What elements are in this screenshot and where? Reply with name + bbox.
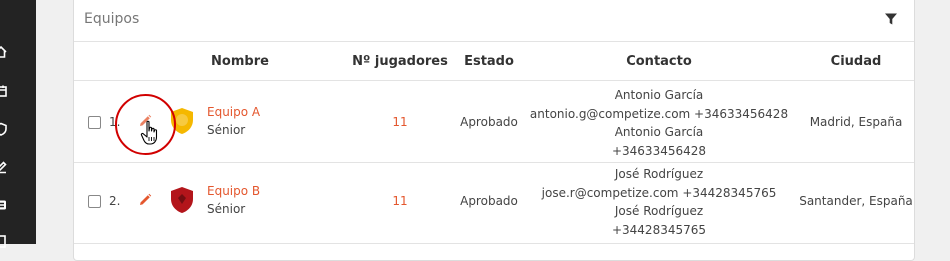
hand-cursor-icon [140, 120, 158, 145]
list-icon[interactable] [0, 198, 8, 212]
card-title: Equipos [84, 11, 140, 27]
card-header: Equipos [74, 0, 914, 42]
contact-info: José Rodríguez jose.r@competize.com +344… [542, 165, 777, 239]
status-text: Aprobado [460, 115, 518, 129]
contact-name: Antonio García [614, 88, 704, 102]
pencil-icon[interactable] [137, 192, 153, 208]
table-row[interactable]: 1. Equipo A Sénior 11 Aprobado Antonio G… [74, 81, 914, 163]
contact-phone: +34633456428 [611, 143, 707, 158]
team-category: Sénior [207, 123, 246, 137]
building-icon[interactable] [0, 234, 8, 248]
contact-name: José Rodríguez [614, 167, 704, 181]
column-header-name[interactable]: Nombre [211, 54, 269, 69]
home-icon[interactable] [0, 45, 8, 59]
table-row[interactable]: 2. Equipo B Sénior 11 Aprobado José Rodr… [74, 162, 914, 244]
contact-email-phone: antonio.g@competize.com +34633456428 [529, 106, 789, 121]
contact-info: Antonio García antonio.g@competize.com +… [530, 86, 788, 160]
city-text: Santander, España [799, 194, 913, 208]
edit-icon[interactable] [0, 160, 8, 174]
team-crest [171, 108, 193, 134]
row-checkbox[interactable] [88, 116, 101, 129]
team-category: Sénior [207, 202, 246, 216]
contact-name: Antonio García [614, 125, 704, 139]
row-checkbox[interactable] [88, 195, 101, 208]
calendar-icon[interactable] [0, 84, 8, 98]
sidebar [0, 0, 36, 248]
column-header-players[interactable]: Nº jugadores [352, 54, 448, 69]
players-count[interactable]: 11 [392, 194, 407, 208]
table-header: Nombre Nº jugadores Estado Contacto Ciud… [74, 42, 914, 81]
contact-phone: +34428345765 [611, 222, 707, 237]
city-text: Madrid, España [809, 115, 903, 129]
row-number: 2. [109, 194, 121, 208]
contact-email-phone: jose.r@competize.com +34428345765 [541, 185, 777, 200]
contact-name: José Rodríguez [614, 204, 704, 218]
column-header-contact[interactable]: Contacto [626, 54, 692, 69]
column-header-city[interactable]: Ciudad [831, 54, 882, 69]
team-crest [171, 187, 193, 213]
column-header-status[interactable]: Estado [464, 54, 514, 69]
teams-card: Equipos Nombre Nº jugadores Estado Conta… [73, 0, 915, 261]
filter-icon[interactable] [884, 11, 898, 25]
status-text: Aprobado [460, 194, 518, 208]
players-count[interactable]: 11 [392, 115, 407, 129]
shield-icon[interactable] [0, 122, 8, 136]
team-name-link[interactable]: Equipo A [207, 105, 260, 119]
team-name-link[interactable]: Equipo B [207, 184, 260, 198]
row-number: 1. [109, 115, 121, 129]
